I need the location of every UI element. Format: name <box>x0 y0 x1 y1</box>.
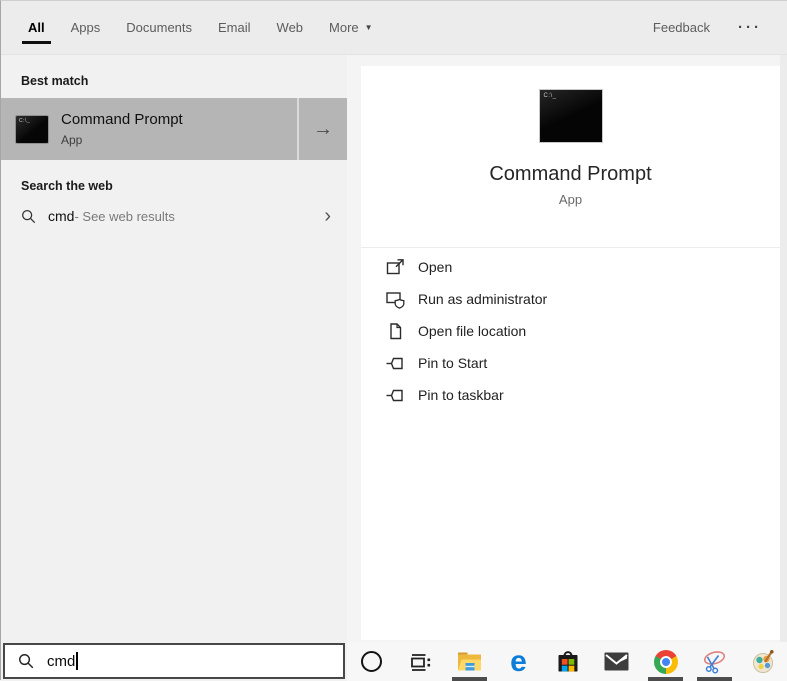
search-flyout: All Apps Documents Email Web More ▼ Feed… <box>0 0 787 681</box>
taskbar-snipping-tool-button[interactable] <box>690 642 739 681</box>
microsoft-store-icon <box>558 650 577 671</box>
scrollbar-track[interactable] <box>780 55 787 642</box>
tab-email-label: Email <box>218 20 251 35</box>
running-indicator <box>452 677 487 681</box>
action-open-file-location[interactable]: Open file location <box>361 315 780 347</box>
chrome-icon <box>653 649 678 674</box>
tab-email[interactable]: Email <box>218 1 251 55</box>
search-bar-region: cmd <box>1 642 347 681</box>
taskbar-file-explorer-button[interactable] <box>445 642 494 681</box>
pin-icon <box>386 389 403 401</box>
chevron-right-icon: › <box>324 205 331 227</box>
best-match-text: Command Prompt App <box>61 111 183 147</box>
tab-all-label: All <box>28 20 45 35</box>
command-prompt-icon: C:\_ <box>15 114 49 144</box>
action-pin-start-label: Pin to Start <box>418 355 488 371</box>
snipping-tool-icon <box>703 651 726 674</box>
chevron-down-icon: ▼ <box>364 23 373 32</box>
pin-icon <box>386 357 403 369</box>
search-icon <box>22 209 36 223</box>
action-list: Open Run as administrator Open file loca… <box>361 251 780 411</box>
action-file-location-label: Open file location <box>418 323 527 339</box>
search-icon <box>19 654 34 669</box>
overflow-menu-icon[interactable]: ··· <box>738 19 762 36</box>
action-open[interactable]: Open <box>361 251 780 283</box>
best-match-result[interactable]: C:\_ Command Prompt App → <box>1 98 347 160</box>
right-arrow-icon: → <box>313 117 333 140</box>
taskbar-paint-3d-button[interactable] <box>739 642 787 681</box>
preview-app-subtitle: App <box>558 192 583 207</box>
best-match-main[interactable]: C:\_ Command Prompt App <box>1 98 297 160</box>
action-pin-taskbar-label: Pin to taskbar <box>418 387 504 403</box>
best-match-subtitle: App <box>61 133 83 147</box>
tab-apps-label: Apps <box>70 20 101 35</box>
results-panel: Best match C:\_ Command Prompt App → Sea… <box>1 55 347 642</box>
search-the-web-header: Search the web <box>21 179 113 193</box>
search-filter-tabbar: All Apps Documents Email Web More ▼ Feed… <box>1 1 787 55</box>
preview-app-title: Command Prompt <box>489 163 652 185</box>
open-icon <box>386 258 404 274</box>
task-view-icon <box>410 653 430 671</box>
taskbar-task-view-button[interactable] <box>396 642 445 681</box>
tab-documents-label: Documents <box>126 20 193 35</box>
web-query-text: cmd <box>48 208 75 224</box>
web-search-result[interactable]: cmd - See web results › <box>1 198 347 234</box>
running-indicator <box>648 677 683 681</box>
taskbar-edge-button[interactable]: e <box>494 642 543 681</box>
taskbar-store-button[interactable] <box>543 642 592 681</box>
preview-panel: C:\_ Command Prompt App Open Run as admi… <box>361 66 780 640</box>
tab-more-label: More <box>329 20 359 35</box>
action-pin-to-start[interactable]: Pin to Start <box>361 347 780 379</box>
text-caret <box>76 652 79 670</box>
preview-divider <box>361 247 780 248</box>
tab-documents[interactable]: Documents <box>126 1 192 55</box>
feedback-button[interactable]: Feedback <box>653 20 710 35</box>
cortana-icon <box>361 651 382 672</box>
taskbar-cortana-button[interactable] <box>347 642 396 681</box>
taskbar-chrome-button[interactable] <box>641 642 690 681</box>
tab-all[interactable]: All <box>22 1 51 55</box>
tab-web-label: Web <box>276 20 304 35</box>
web-suffix-text: - See web results <box>74 208 175 224</box>
best-match-header: Best match <box>21 74 89 88</box>
taskbar-mail-button[interactable] <box>592 642 641 681</box>
mail-icon <box>604 652 629 671</box>
best-match-title: Command Prompt <box>61 111 183 128</box>
running-indicator <box>697 677 732 681</box>
taskbar: e <box>347 642 787 681</box>
tab-web[interactable]: Web <box>277 1 304 55</box>
file-location-icon <box>390 322 402 339</box>
search-input[interactable]: cmd <box>3 643 345 679</box>
command-prompt-icon-text: C:\_ <box>19 117 31 124</box>
admin-shield-icon <box>386 291 405 309</box>
command-prompt-large-icon-text: C:\_ <box>543 93 557 99</box>
action-run-admin-label: Run as administrator <box>418 291 548 307</box>
action-pin-to-taskbar[interactable]: Pin to taskbar <box>361 379 780 411</box>
tab-apps[interactable]: Apps <box>71 1 101 55</box>
action-open-label: Open <box>418 259 453 275</box>
action-run-as-administrator[interactable]: Run as administrator <box>361 283 780 315</box>
tabbar-right-group: Feedback ··· <box>653 19 762 36</box>
search-input-value: cmd <box>47 652 76 670</box>
tab-more[interactable]: More ▼ <box>329 1 373 55</box>
expand-result-button[interactable]: → <box>297 98 347 160</box>
paint-3d-icon <box>753 650 774 673</box>
file-explorer-icon <box>458 652 481 671</box>
edge-icon: e <box>510 644 527 678</box>
command-prompt-large-icon: C:\_ <box>538 89 603 143</box>
